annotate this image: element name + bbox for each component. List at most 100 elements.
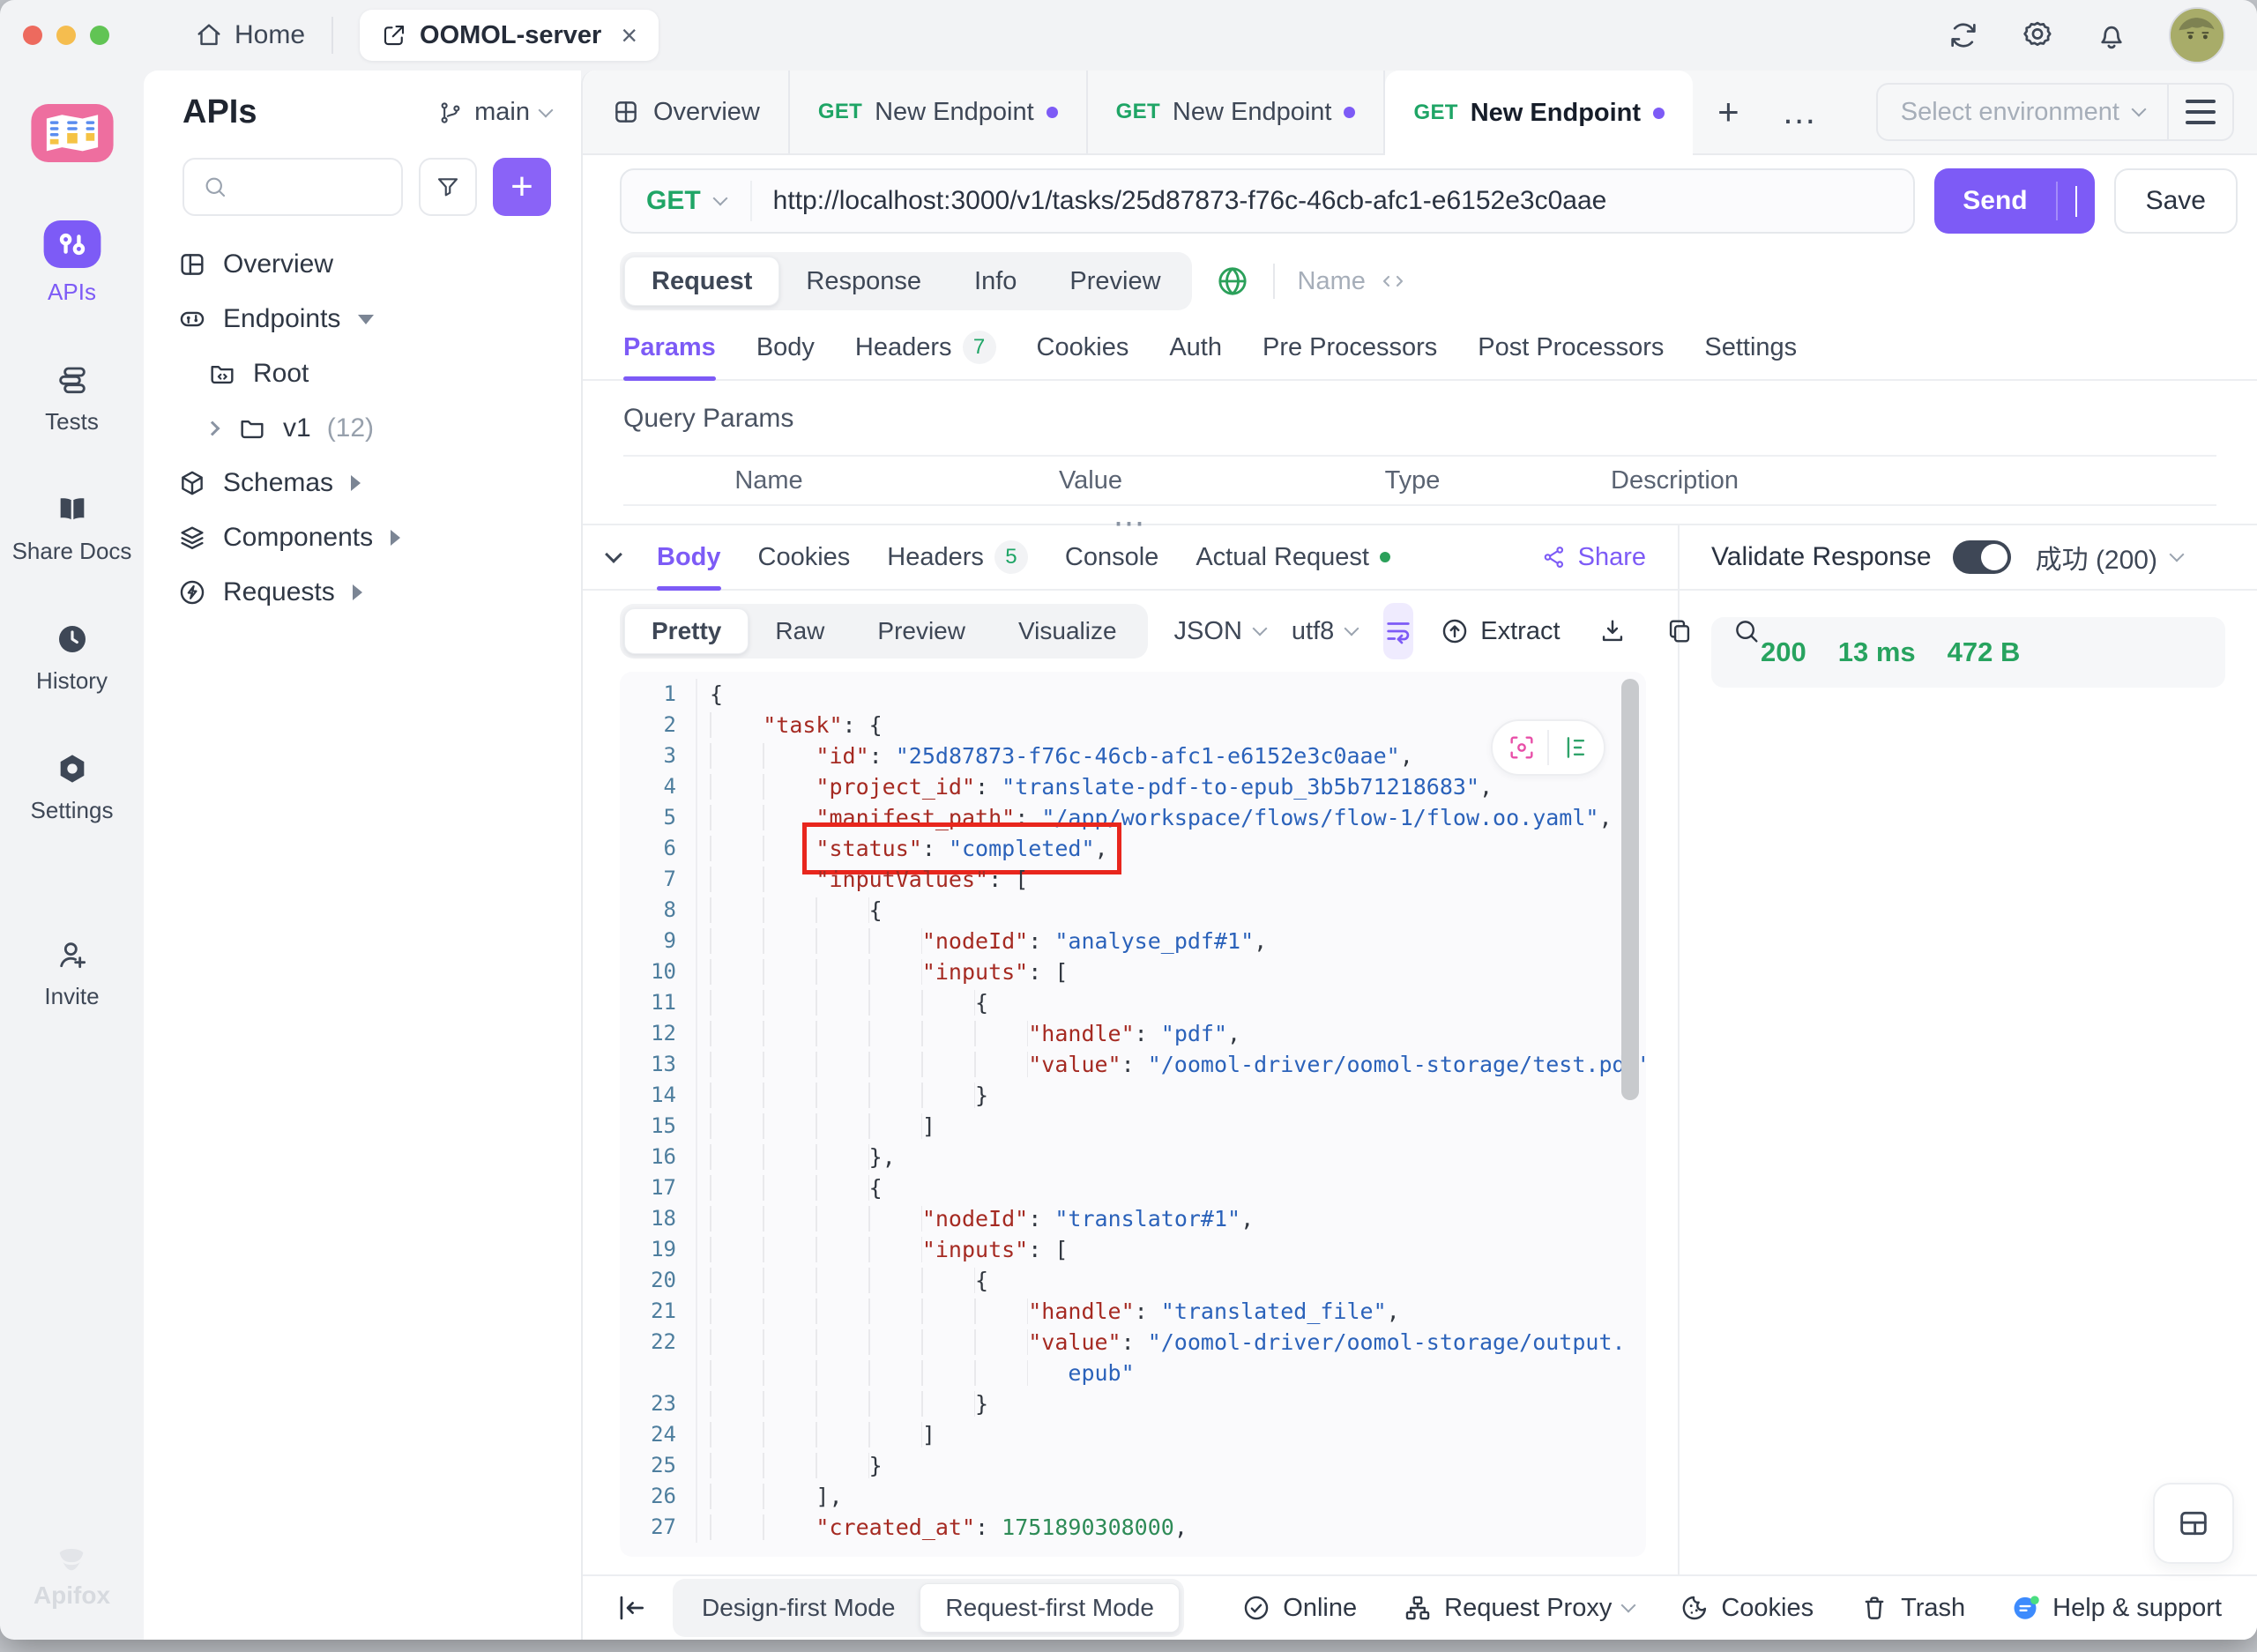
- endpoint-tab-2[interactable]: GETNew Endpoint: [1088, 71, 1386, 153]
- window-controls[interactable]: [23, 26, 109, 45]
- url-input-box[interactable]: GET http://localhost:3000/v1/tasks/25d87…: [620, 168, 1915, 234]
- caret-right-icon[interactable]: [351, 475, 361, 491]
- request-tab-settings[interactable]: Settings: [1704, 316, 1797, 379]
- scan-focus-icon[interactable]: [1496, 733, 1547, 763]
- line-number: 13: [620, 1049, 696, 1080]
- add-endpoint-button[interactable]: +: [493, 158, 551, 216]
- menu-hamburger-icon[interactable]: [2169, 100, 2232, 124]
- extract-button[interactable]: Extract: [1440, 616, 1560, 646]
- tree-item-root[interactable]: Root: [144, 346, 581, 401]
- search-input[interactable]: [182, 158, 403, 216]
- caret-right-icon[interactable]: [353, 584, 362, 600]
- endpoint-tab-0[interactable]: Overview: [583, 71, 790, 153]
- tree-item-schemas[interactable]: Schemas: [144, 456, 581, 510]
- response-tab-body[interactable]: Body: [657, 525, 721, 589]
- workspace-logo[interactable]: [30, 104, 115, 162]
- mode-design-first[interactable]: Design-first Mode: [677, 1583, 920, 1633]
- request-tab-headers[interactable]: Headers7: [855, 316, 996, 379]
- indent-guides: [710, 1514, 816, 1540]
- sidebar-item-invite[interactable]: Invite: [12, 937, 132, 1010]
- json-punct: ,: [1598, 805, 1612, 830]
- viewer-mode-pretty[interactable]: Pretty: [624, 608, 749, 654]
- chevron-right-icon[interactable]: [205, 421, 220, 436]
- request-tab-cookies[interactable]: Cookies: [1037, 316, 1129, 379]
- endpoint-name-field[interactable]: Name: [1298, 267, 1406, 296]
- request-tab-params[interactable]: Params: [623, 316, 716, 379]
- sidebar-item-tests[interactable]: Tests: [12, 362, 132, 435]
- endpoint-tab-1[interactable]: GETNew Endpoint: [790, 71, 1088, 153]
- collapse-sidebar-icon[interactable]: [615, 1591, 648, 1625]
- response-tab-cookies[interactable]: Cookies: [758, 525, 851, 589]
- layout-toggle-button[interactable]: [2153, 1483, 2234, 1564]
- caret-down-icon[interactable]: [358, 315, 374, 324]
- word-wrap-toggle[interactable]: [1383, 603, 1413, 659]
- method-select[interactable]: GET: [622, 186, 750, 216]
- home-tab[interactable]: Home: [194, 20, 305, 50]
- sidebar-item-settings[interactable]: Settings: [12, 751, 132, 824]
- viewer-mode-preview[interactable]: Preview: [851, 608, 992, 654]
- caret-right-icon[interactable]: [391, 530, 400, 546]
- sidebar-item-share-docs[interactable]: Share Docs: [12, 492, 132, 565]
- sidebar-item-apis[interactable]: APIs: [12, 220, 132, 306]
- tree-item-requests[interactable]: Requests: [144, 565, 581, 620]
- extract-label: Extract: [1480, 617, 1560, 646]
- tree-item-overview[interactable]: Overview: [144, 237, 581, 292]
- response-tab-console[interactable]: Console: [1065, 525, 1158, 589]
- minimize-window-button[interactable]: [56, 26, 76, 45]
- mode-request-first[interactable]: Request-first Mode: [920, 1583, 1180, 1633]
- more-tabs-icon[interactable]: …: [1764, 71, 1836, 153]
- request-tab-body[interactable]: Body: [756, 316, 815, 379]
- validate-response-toggle[interactable]: [1953, 540, 2011, 574]
- close-window-button[interactable]: [23, 26, 42, 45]
- close-tab-icon[interactable]: ×: [621, 19, 637, 52]
- tree-item-components[interactable]: Components: [144, 510, 581, 565]
- download-icon[interactable]: [1598, 616, 1628, 646]
- project-tab[interactable]: OOMOL-server ×: [360, 10, 659, 61]
- footer-item-request-proxy[interactable]: Request Proxy: [1403, 1593, 1634, 1623]
- tree-item-v1[interactable]: v1(12): [144, 401, 581, 456]
- proxy-network-icon: [1403, 1593, 1433, 1623]
- share-button[interactable]: Share: [1541, 543, 1646, 572]
- footer-item-help-support[interactable]: Help & support: [2011, 1593, 2222, 1623]
- branch-selector[interactable]: main: [437, 98, 551, 127]
- request-tab-pre-processors[interactable]: Pre Processors: [1263, 316, 1437, 379]
- filter-button[interactable]: [419, 158, 477, 216]
- notifications-bell-icon[interactable]: [2095, 19, 2128, 52]
- refresh-icon[interactable]: [1947, 19, 1980, 52]
- view-tab-response[interactable]: Response: [779, 257, 948, 306]
- encoding-select[interactable]: utf8: [1292, 617, 1357, 646]
- collapse-response-icon[interactable]: [605, 546, 622, 563]
- request-tab-post-processors[interactable]: Post Processors: [1478, 316, 1664, 379]
- code-scrollbar[interactable]: [1621, 679, 1639, 1100]
- viewer-mode-visualize[interactable]: Visualize: [992, 608, 1143, 654]
- footer-item-trash[interactable]: Trash: [1859, 1593, 1965, 1623]
- format-select[interactable]: JSON: [1174, 617, 1265, 646]
- sidebar-item-history[interactable]: History: [12, 621, 132, 695]
- send-button[interactable]: Send: [1934, 168, 2094, 234]
- footer-item-cookies[interactable]: Cookies: [1680, 1593, 1814, 1623]
- tree-item-endpoints[interactable]: Endpoints: [144, 292, 581, 346]
- copy-icon[interactable]: [1665, 616, 1695, 646]
- user-avatar[interactable]: [2169, 7, 2225, 63]
- save-button[interactable]: Save: [2114, 168, 2238, 234]
- search-body-icon[interactable]: [1732, 616, 1762, 646]
- diff-outline-icon[interactable]: [1549, 733, 1600, 763]
- line-content: "nodeId": "analyse_pdf#1",: [696, 926, 1646, 956]
- viewer-mode-raw[interactable]: Raw: [749, 608, 851, 654]
- view-tab-preview[interactable]: Preview: [1043, 257, 1187, 306]
- new-tab-button[interactable]: +: [1693, 71, 1764, 153]
- view-tab-request[interactable]: Request: [624, 257, 779, 306]
- environment-select[interactable]: Select environment: [1878, 98, 2167, 127]
- view-tab-info[interactable]: Info: [948, 257, 1043, 306]
- endpoint-tab-3[interactable]: GETNew Endpoint: [1385, 71, 1693, 155]
- response-tab-headers[interactable]: Headers5: [887, 525, 1028, 589]
- url-input[interactable]: http://localhost:3000/v1/tasks/25d87873-…: [752, 186, 1607, 216]
- send-options-chevron[interactable]: [2058, 186, 2095, 216]
- validate-case-select[interactable]: 成功 (200): [2036, 538, 2182, 577]
- settings-gear-icon[interactable]: [2021, 19, 2054, 52]
- response-tab-actual-request[interactable]: Actual Request: [1196, 525, 1390, 589]
- footer-item-online[interactable]: Online: [1241, 1593, 1357, 1623]
- maximize-window-button[interactable]: [90, 26, 109, 45]
- request-tab-auth[interactable]: Auth: [1169, 316, 1222, 379]
- response-json-viewer[interactable]: 1{2 "task": {3 "id": "25d87873-f76c-46cb…: [620, 672, 1646, 1557]
